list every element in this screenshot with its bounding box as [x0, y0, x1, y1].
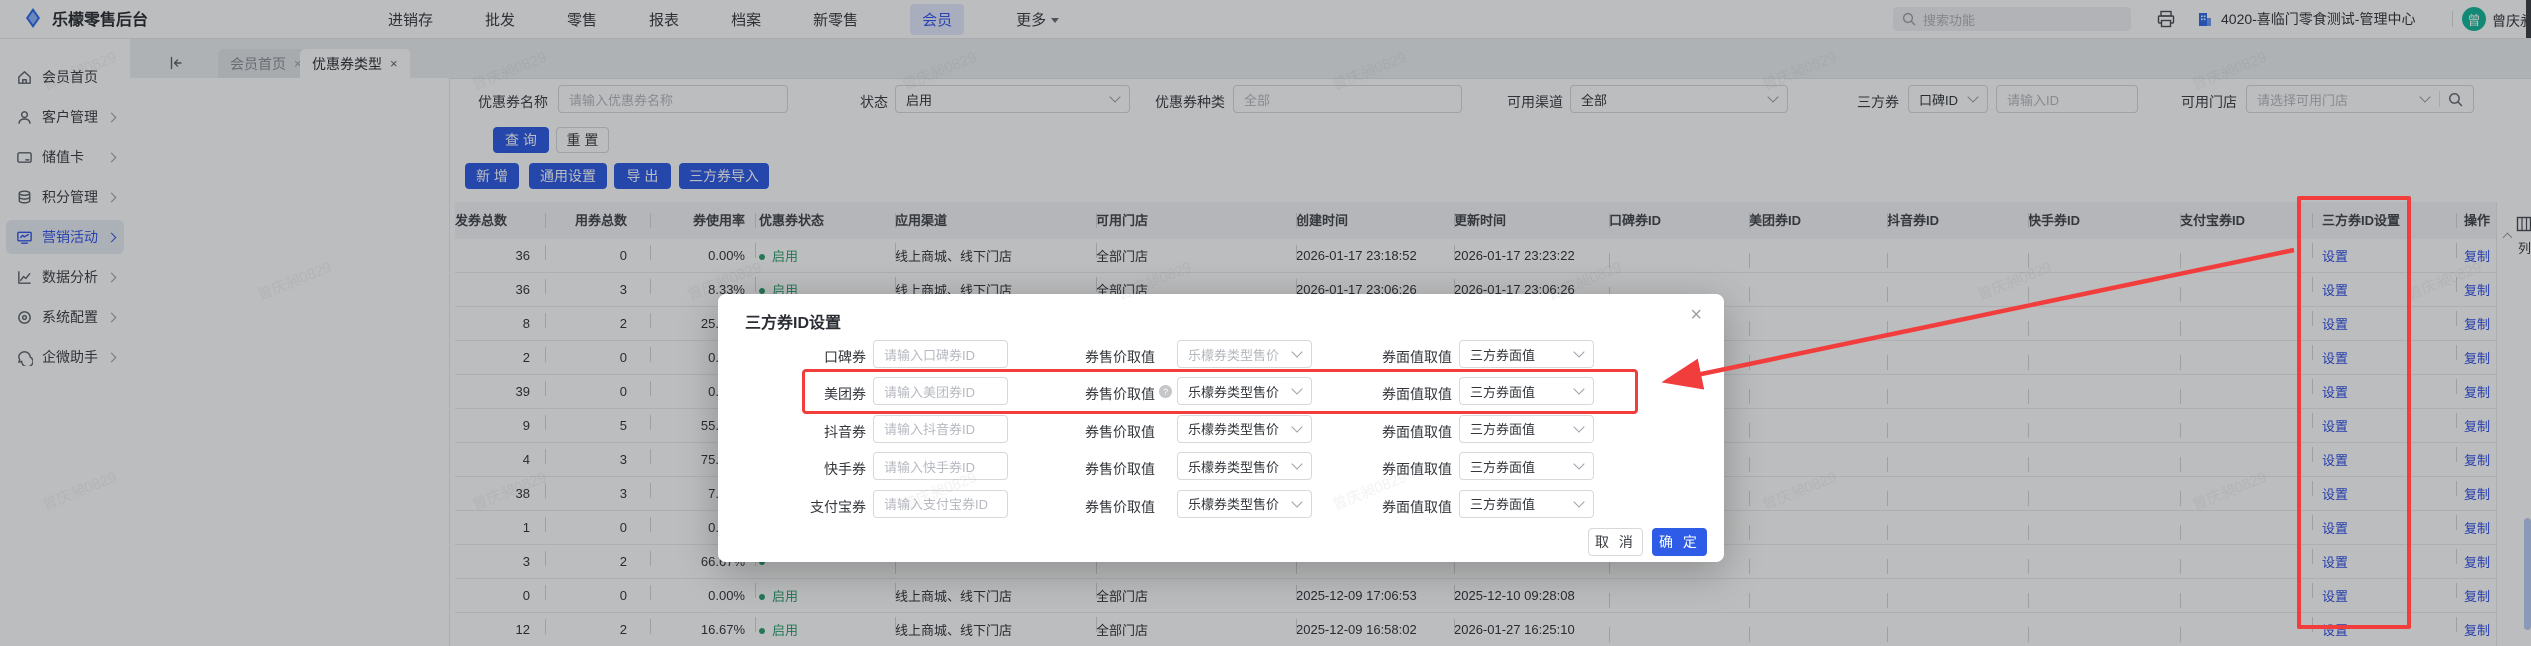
face-value-label: 券面值取值	[1382, 498, 1452, 515]
third-party-id-modal: 三方券ID设置 × 口碑券 请输入口碑券ID 券售价取值 ? 乐檬券类型售价 券…	[718, 294, 1724, 562]
coupon-id-input[interactable]: 请输入美团券ID	[873, 377, 1008, 406]
face-value-label: 券面值取值	[1382, 386, 1452, 403]
chevron-down-icon	[1573, 495, 1585, 508]
chevron-down-icon	[1291, 383, 1303, 396]
confirm-button[interactable]: 确 定	[1652, 528, 1707, 556]
modal-row: 快手券 请输入快手券ID 券售价取值 ? 乐檬券类型售价 券面值取值 三方券面值	[718, 452, 1724, 489]
coupon-platform-label: 快手券	[824, 461, 866, 478]
face-value-label: 券面值取值	[1382, 461, 1452, 478]
coupon-id-input[interactable]: 请输入快手券ID	[873, 452, 1008, 481]
price-source-label: 券售价取值	[1085, 349, 1155, 365]
coupon-id-input[interactable]: 请输入支付宝券ID	[873, 489, 1008, 518]
coupon-platform-label: 支付宝券	[810, 498, 866, 515]
coupon-platform-label: 口碑券	[824, 349, 866, 365]
price-source-label: 券售价取值	[1085, 423, 1155, 440]
price-source-select[interactable]: 乐檬券类型售价	[1177, 489, 1312, 518]
chevron-down-icon	[1291, 421, 1303, 433]
info-icon[interactable]: ?	[1159, 385, 1172, 399]
face-value-label: 券面值取值	[1382, 423, 1452, 440]
coupon-id-input[interactable]: 请输入抖音券ID	[873, 414, 1008, 443]
close-icon[interactable]: ×	[1690, 304, 1702, 327]
face-value-select[interactable]: 三方券面值	[1459, 377, 1594, 406]
price-source-select[interactable]: 乐檬券类型售价	[1177, 414, 1312, 443]
coupon-platform-label: 抖音券	[824, 423, 866, 440]
coupon-id-input[interactable]: 请输入口碑券ID	[873, 340, 1008, 368]
chevron-down-icon	[1573, 383, 1585, 396]
modal-row: 抖音券 请输入抖音券ID 券售价取值 ? 乐檬券类型售价 券面值取值 三方券面值	[718, 414, 1724, 452]
cancel-button[interactable]: 取 消	[1588, 528, 1643, 556]
face-value-select[interactable]: 三方券面值	[1459, 452, 1594, 481]
modal-title: 三方券ID设置	[745, 315, 842, 332]
chevron-down-icon	[1573, 346, 1585, 358]
face-value-select[interactable]: 三方券面值	[1459, 340, 1594, 368]
price-source-select[interactable]: 乐檬券类型售价	[1177, 340, 1312, 368]
coupon-platform-label: 美团券	[824, 386, 866, 403]
face-value-select[interactable]: 三方券面值	[1459, 414, 1594, 443]
price-source-label: 券售价取值	[1085, 386, 1155, 403]
chevron-down-icon	[1291, 495, 1303, 508]
modal-row: 口碑券 请输入口碑券ID 券售价取值 ? 乐檬券类型售价 券面值取值 三方券面值	[718, 340, 1724, 377]
price-source-select[interactable]: 乐檬券类型售价	[1177, 377, 1312, 406]
face-value-label: 券面值取值	[1382, 349, 1452, 365]
modal-row: 美团券 请输入美团券ID 券售价取值 ? 乐檬券类型售价 券面值取值 三方券面值	[718, 377, 1724, 414]
modal-row: 支付宝券 请输入支付宝券ID 券售价取值 ? 乐檬券类型售价 券面值取值 三方券…	[718, 489, 1724, 527]
chevron-down-icon	[1291, 458, 1303, 470]
face-value-select[interactable]: 三方券面值	[1459, 489, 1594, 518]
price-source-label: 券售价取值	[1085, 498, 1155, 515]
price-source-label: 券售价取值	[1085, 461, 1155, 478]
chevron-down-icon	[1291, 346, 1303, 358]
price-source-select[interactable]: 乐檬券类型售价	[1177, 452, 1312, 481]
chevron-down-icon	[1573, 421, 1585, 433]
modal-rows: 口碑券 请输入口碑券ID 券售价取值 ? 乐檬券类型售价 券面值取值 三方券面值…	[718, 340, 1724, 527]
chevron-down-icon	[1573, 458, 1585, 470]
